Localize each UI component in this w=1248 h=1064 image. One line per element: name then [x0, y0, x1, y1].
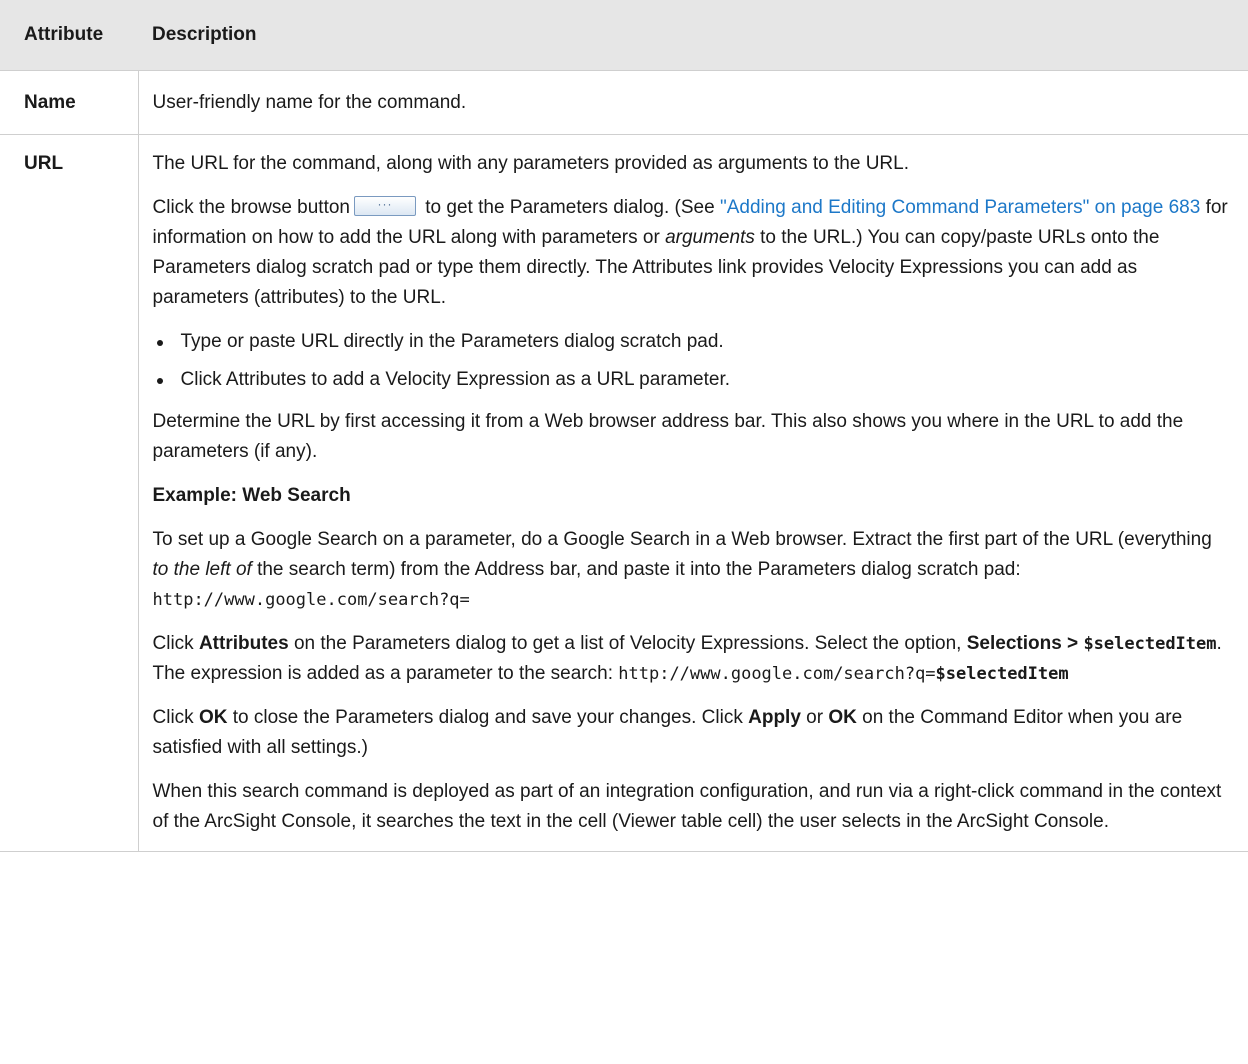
determine-url-paragraph: Determine the URL by first accessing it … [152, 411, 1184, 462]
bullet-icon [156, 340, 163, 346]
list-item: Click Attributes to add a Velocity Expre… [153, 365, 1231, 395]
attributes-bold: Attributes [198, 633, 289, 654]
header-description: Description [138, 0, 1248, 71]
ok-apply-paragraph: Click OK to close the Parameters dialog … [153, 703, 1231, 763]
browse-paragraph: Click the browse button ··· to get the Pa… [153, 193, 1231, 313]
ellipsis-icon: ··· [377, 196, 393, 211]
parameters-page-link[interactable]: "Adding and Editing Command Parameters" … [720, 197, 1200, 218]
example-heading-text: Example: Web Search [152, 485, 351, 506]
apply-bold: Apply [748, 707, 801, 728]
arguments-italic: arguments [665, 227, 755, 248]
table-row: URL The URL for the command, along with … [0, 134, 1248, 852]
url-bullet-list: Type or paste URL directly in the Parame… [153, 327, 1231, 395]
google-search-paragraph: To set up a Google Search on a parameter… [153, 525, 1231, 615]
attributes-text-a: Click [152, 633, 199, 654]
to-the-left-italic: to the left of [152, 559, 252, 580]
search-url-param-code: $selectedItem [935, 664, 1069, 684]
attributes-paragraph: Click Attributes on the Parameters dialo… [153, 629, 1231, 689]
example-heading: Example: Web Search [153, 481, 1231, 511]
ok-text-a: Click [152, 707, 199, 728]
google-url-code: http://www.google.com/search?q= [152, 590, 470, 610]
browse-text-b: to get the Parameters dialog. (See [420, 197, 720, 218]
bullet-icon [156, 378, 163, 384]
list-item: Type or paste URL directly in the Parame… [153, 327, 1231, 357]
table-header-row: Attribute Description [0, 0, 1248, 71]
browse-button-image: ··· [354, 195, 416, 216]
name-description-cell: User-friendly name for the command. [137, 70, 1248, 135]
selected-item-code: $selectedItem [1083, 634, 1217, 654]
ok-bold-2: OK [828, 707, 857, 728]
url-description-cell: The URL for the command, along with any … [137, 134, 1248, 852]
google-text-b: the search term) from the Address bar, a… [251, 559, 1021, 580]
browse-text-a: Click the browse button [152, 197, 351, 218]
deployment-paragraph: When this search command is deployed as … [152, 781, 1222, 832]
bullet-text: Type or paste URL directly in the Parame… [180, 331, 724, 352]
url-intro-paragraph: The URL for the command, along with any … [152, 153, 910, 174]
attribute-name-cell: Name [0, 70, 138, 135]
ok-text-b: to close the Parameters dialog and save … [227, 707, 749, 728]
attributes-text-b: on the Parameters dialog to get a list o… [288, 633, 967, 654]
ok-bold-1: OK [198, 707, 228, 728]
ok-text-c: or [800, 707, 829, 728]
google-text-a: To set up a Google Search on a parameter… [152, 529, 1212, 550]
header-attribute: Attribute [0, 0, 138, 71]
attribute-url-cell: URL [0, 134, 138, 852]
selections-bold: Selections > [966, 633, 1084, 654]
search-url-code: http://www.google.com/search?q= [618, 664, 936, 684]
attribute-table: Attribute Description Name User-friendly… [0, 0, 1248, 852]
bullet-text: Click Attributes to add a Velocity Expre… [180, 369, 731, 390]
table-row: Name User-friendly name for the command. [0, 70, 1248, 135]
